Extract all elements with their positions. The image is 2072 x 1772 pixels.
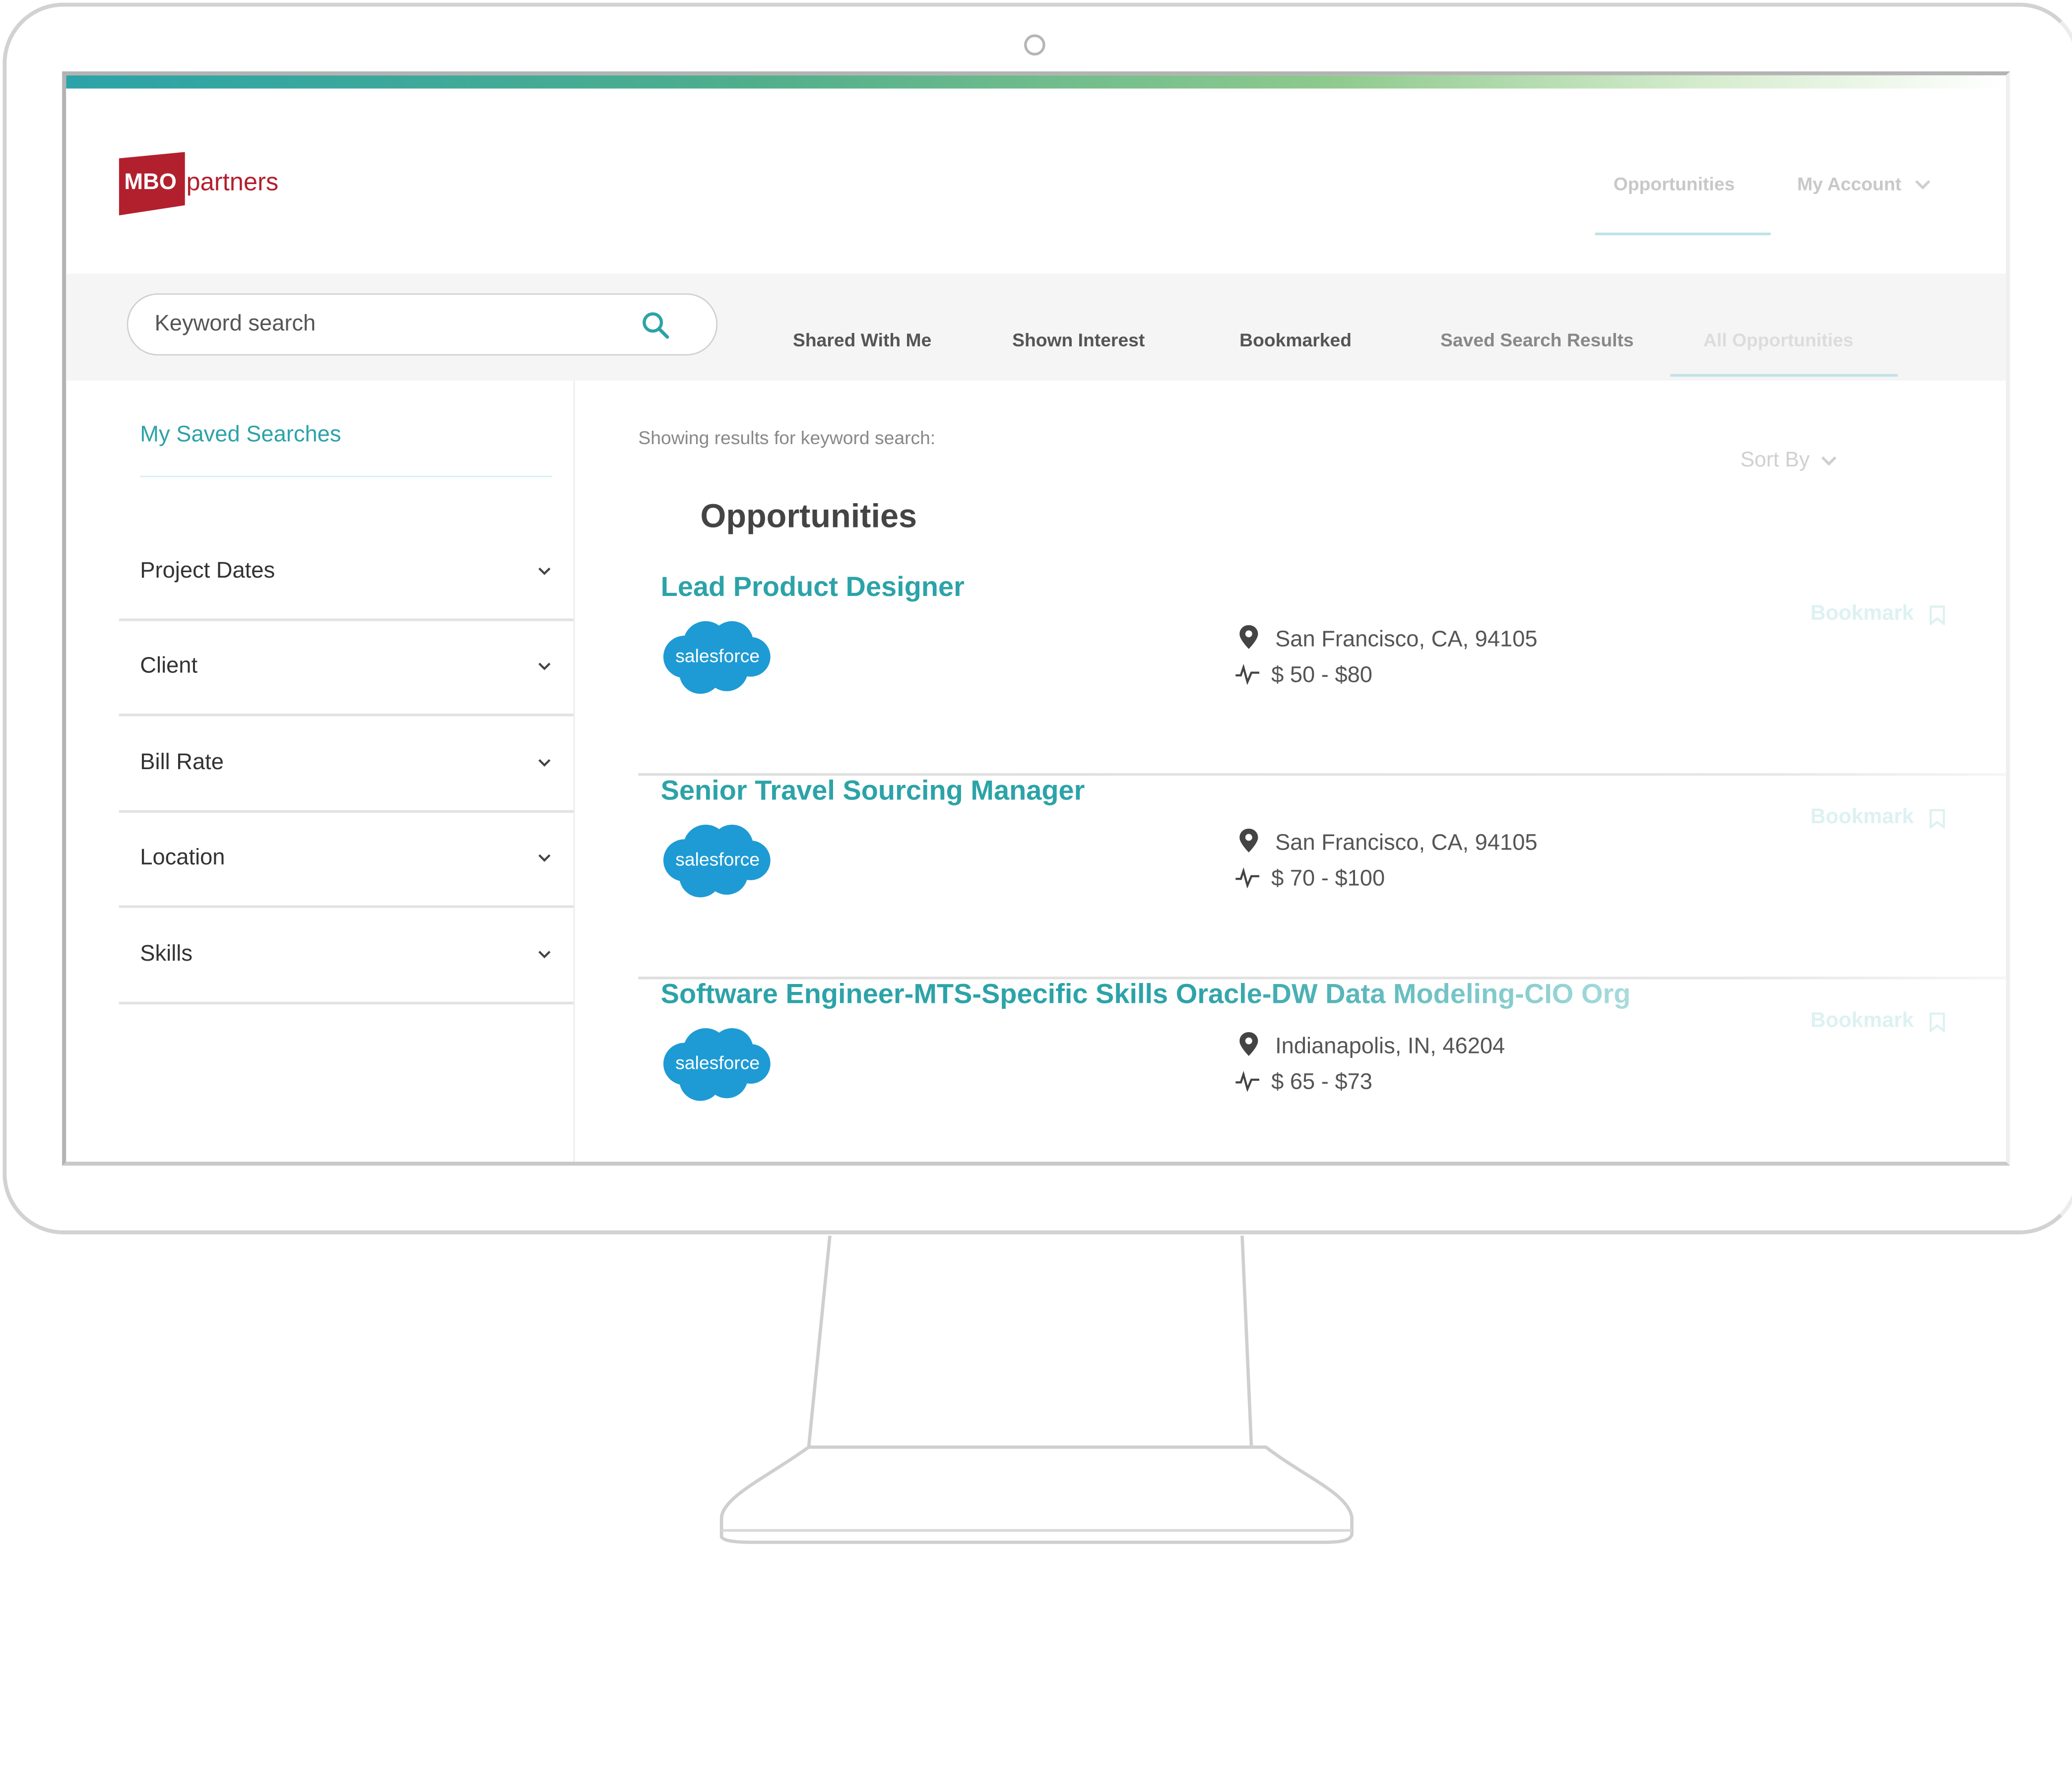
nav-my-account-label: My Account	[1797, 173, 1902, 195]
rate-pulse-icon	[1235, 663, 1260, 685]
keyword-search-input[interactable]	[154, 310, 631, 337]
app-screen: MBO partners Opportunities My Account Sh…	[62, 71, 2010, 1166]
brand-gradient-bar	[66, 75, 2006, 89]
filter-location[interactable]: Location	[119, 810, 574, 908]
tab-active-underline	[1670, 374, 1898, 377]
keyword-search-box[interactable]	[127, 293, 718, 356]
nav-opportunities[interactable]: Opportunities	[1614, 173, 1735, 195]
filter-skills[interactable]: Skills	[119, 907, 574, 1005]
rate-pulse-icon	[1235, 1070, 1260, 1092]
tab-shown-interest[interactable]: Shown Interest	[1012, 329, 1145, 350]
location-pin-icon	[1239, 625, 1258, 649]
job-rate: $ 70 - $100	[1271, 865, 1385, 891]
salesforce-cloud-logo: salesforce	[663, 824, 771, 898]
job-title-link[interactable]: Lead Product Designer	[661, 572, 965, 604]
chevron-down-icon	[538, 662, 551, 670]
filter-project-dates[interactable]: Project Dates	[119, 524, 574, 621]
chevron-down-icon	[538, 567, 551, 575]
salesforce-cloud-logo: salesforce	[663, 1028, 771, 1101]
results-heading: Opportunities	[700, 498, 917, 535]
bookmark-button[interactable]: Bookmark	[1811, 602, 1914, 626]
chevron-down-icon	[538, 759, 551, 767]
filter-bill-rate[interactable]: Bill Rate	[119, 715, 574, 813]
job-location: San Francisco, CA, 94105	[1275, 830, 1538, 855]
job-rate: $ 65 - $73	[1271, 1069, 1373, 1095]
chevron-down-icon	[1821, 456, 1836, 466]
tab-all-opportunities[interactable]: All Opportunities	[1703, 329, 1853, 350]
filter-client[interactable]: Client	[119, 618, 574, 717]
tab-bookmarked[interactable]: Bookmarked	[1239, 329, 1352, 350]
salesforce-cloud-logo: salesforce	[663, 621, 771, 694]
camera-icon	[1024, 34, 1045, 56]
chevron-down-icon	[538, 854, 551, 862]
job-card: Senior Travel Sourcing Manager salesforc…	[638, 776, 2006, 980]
logo-mbo-text: MBO	[124, 169, 177, 195]
filter-label: Project Dates	[140, 557, 275, 583]
sort-by-dropdown[interactable]: Sort By	[1741, 450, 1837, 473]
bookmark-icon[interactable]	[1929, 1012, 1945, 1033]
bookmark-button[interactable]: Bookmark	[1811, 1010, 1914, 1034]
job-card: Lead Product Designer salesforce San Fra…	[638, 572, 2006, 776]
location-pin-icon	[1239, 828, 1258, 853]
client-name: salesforce	[675, 1052, 760, 1073]
chevron-down-icon	[1915, 180, 1930, 190]
job-location: San Francisco, CA, 94105	[1275, 626, 1538, 652]
client-name: salesforce	[675, 645, 760, 666]
filter-label: Location	[140, 844, 225, 870]
filter-sidebar: My Saved Searches Project Dates Client B…	[66, 381, 575, 1162]
monitor-scene: MBO partners Opportunities My Account Sh…	[0, 0, 2072, 1765]
saved-searches-divider	[140, 475, 553, 477]
tab-shared-with-me[interactable]: Shared With Me	[793, 329, 931, 350]
mbo-partners-logo[interactable]: MBO partners	[119, 148, 291, 220]
filter-label: Bill Rate	[140, 749, 224, 775]
bookmark-icon[interactable]	[1929, 809, 1945, 829]
logo-partners-text: partners	[186, 169, 279, 197]
job-title-link[interactable]: Senior Travel Sourcing Manager	[661, 776, 1085, 807]
tab-saved-search-results[interactable]: Saved Search Results	[1440, 329, 1634, 350]
job-rate: $ 50 - $80	[1271, 662, 1373, 687]
chevron-down-icon	[538, 951, 551, 959]
job-location: Indianapolis, IN, 46204	[1275, 1033, 1505, 1059]
filter-label: Client	[140, 653, 198, 678]
job-title-link[interactable]: Software Engineer-MTS-Specific Skills Or…	[661, 980, 1631, 1011]
bookmark-icon[interactable]	[1929, 605, 1945, 625]
sort-by-label: Sort By	[1740, 449, 1810, 472]
nav-active-underline	[1595, 232, 1771, 236]
filter-label: Skills	[140, 941, 193, 966]
location-pin-icon	[1239, 1032, 1258, 1056]
client-name: salesforce	[675, 849, 760, 869]
my-saved-searches-link[interactable]: My Saved Searches	[140, 422, 341, 448]
job-card: Software Engineer-MTS-Specific Skills Or…	[638, 980, 2006, 1162]
results-label: Showing results for keyword search:	[638, 427, 936, 448]
search-icon[interactable]	[640, 309, 671, 341]
bookmark-button[interactable]: Bookmark	[1811, 806, 1914, 830]
rate-pulse-icon	[1235, 867, 1260, 888]
nav-my-account[interactable]: My Account	[1797, 173, 1930, 195]
